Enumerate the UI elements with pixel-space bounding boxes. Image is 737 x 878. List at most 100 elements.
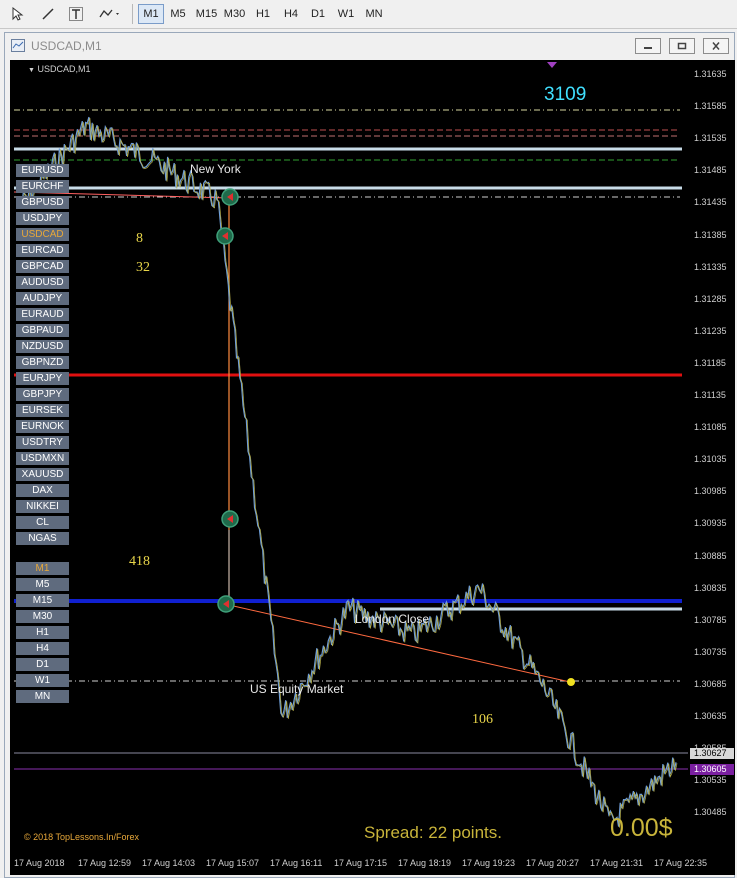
maximize-button[interactable] bbox=[669, 38, 695, 54]
toolbar-timeframe-h1[interactable]: H1 bbox=[250, 4, 276, 24]
symbol-button-nzdusd[interactable]: NZDUSD bbox=[16, 340, 69, 353]
spread-label: Spread: 22 points. bbox=[364, 823, 502, 842]
price-tick-label: 1.31035 bbox=[694, 454, 727, 465]
timeframe-button-m1[interactable]: M1 bbox=[16, 562, 69, 575]
symbol-button-gbpaud[interactable]: GBPAUD bbox=[16, 324, 69, 337]
shapes-dropdown-icon[interactable] bbox=[96, 4, 124, 24]
timeframe-button-d1[interactable]: D1 bbox=[16, 658, 69, 671]
price-tick-label: 1.31435 bbox=[694, 197, 727, 208]
text-tool-icon[interactable] bbox=[66, 4, 86, 24]
window-titlebar: USDCAD,M1 bbox=[5, 33, 734, 59]
session-label-new-york: New York bbox=[190, 162, 241, 176]
time-tick-label: 17 Aug 21:31 bbox=[590, 858, 644, 868]
timeframe-button-h4[interactable]: H4 bbox=[16, 642, 69, 655]
timeframe-button-mn[interactable]: MN bbox=[16, 690, 69, 703]
price-box-upper: 1.30627 bbox=[690, 748, 734, 759]
time-tick-label: 17 Aug 12:59 bbox=[78, 858, 132, 868]
price-tick-label: 1.30635 bbox=[694, 711, 727, 721]
symbol-button-usdjpy[interactable]: USDJPY bbox=[16, 212, 69, 225]
indicator-value-32: 32 bbox=[136, 260, 150, 275]
symbol-button-ngas[interactable]: NGAS bbox=[16, 532, 69, 545]
time-axis[interactable]: 17 Aug 2018 17 Aug 12:59 17 Aug 14:03 17 Au… bbox=[10, 855, 735, 875]
timeframe-button-h1[interactable]: H1 bbox=[16, 626, 69, 639]
price-tick-label: 1.30535 bbox=[694, 775, 727, 786]
timeframe-button-m5[interactable]: M5 bbox=[16, 578, 69, 591]
price-tick-label: 1.31085 bbox=[694, 422, 727, 433]
chart-canvas[interactable] bbox=[10, 60, 688, 875]
price-tick-label: 1.31485 bbox=[694, 165, 727, 176]
symbol-button-eurnok[interactable]: EURNOK bbox=[16, 420, 69, 433]
session-label-us-equity: US Equity Market bbox=[250, 682, 344, 696]
toolbar-timeframe-m15[interactable]: M15 bbox=[193, 4, 220, 24]
time-tick-label: 17 Aug 19:23 bbox=[462, 858, 516, 868]
symbol-button-usdcad[interactable]: USDCAD bbox=[16, 228, 69, 241]
symbol-button-eurchf[interactable]: EURCHF bbox=[16, 180, 69, 193]
symbol-button-eurjpy[interactable]: EURJPY bbox=[16, 372, 69, 385]
price-tick-label: 1.30935 bbox=[694, 518, 727, 529]
profit-label: 0.00$ bbox=[610, 814, 673, 842]
toolbar-timeframe-w1[interactable]: W1 bbox=[333, 4, 359, 24]
symbol-button-gbpjpy[interactable]: GBPJPY bbox=[16, 388, 69, 401]
price-tick-label: 1.31335 bbox=[694, 261, 727, 272]
price-tick-label: 1.31235 bbox=[694, 325, 727, 336]
timeframe-button-m30[interactable]: M30 bbox=[16, 610, 69, 623]
toolbar-timeframe-m30[interactable]: M30 bbox=[221, 4, 248, 24]
symbol-button-usdmxn[interactable]: USDMXN bbox=[16, 452, 69, 465]
trade-marker-yellow bbox=[567, 678, 575, 686]
toolbar: M1 M5 M15 M30 H1 H4 D1 W1 MN bbox=[0, 0, 737, 29]
price-tick-label: 1.30785 bbox=[694, 614, 727, 625]
symbol-button-audusd[interactable]: AUDUSD bbox=[16, 276, 69, 289]
time-tick-label: 17 Aug 2018 bbox=[14, 858, 65, 868]
symbol-button-xauusd[interactable]: XAUUSD bbox=[16, 468, 69, 481]
symbol-button-gbpusd[interactable]: GBPUSD bbox=[16, 196, 69, 209]
price-tick-label: 1.31285 bbox=[694, 293, 727, 304]
price-chart-svg bbox=[13, 62, 688, 828]
price-series-line bbox=[19, 116, 677, 827]
symbol-button-gbpcad[interactable]: GBPCAD bbox=[16, 260, 69, 273]
symbol-button-nikkei[interactable]: NIKKEI bbox=[16, 500, 69, 513]
session-label-london-close: London Close bbox=[355, 612, 430, 626]
time-tick-label: 17 Aug 14:03 bbox=[142, 858, 196, 868]
line-tool-icon[interactable] bbox=[38, 4, 58, 24]
symbol-button-gbpnzd[interactable]: GBPNZD bbox=[16, 356, 69, 369]
time-tick-label: 17 Aug 22:35 bbox=[654, 858, 708, 868]
symbol-button-euraud[interactable]: EURAUD bbox=[16, 308, 69, 321]
price-tick-label: 1.30835 bbox=[694, 582, 727, 593]
price-axis[interactable]: 1.31635 1.31585 1.31535 1.31485 1.31435 1.313… bbox=[688, 60, 735, 855]
symbol-button-eursek[interactable]: EURSEK bbox=[16, 404, 69, 417]
symbol-button-audjpy[interactable]: AUDJPY bbox=[16, 292, 69, 305]
cursor-icon[interactable] bbox=[8, 4, 28, 24]
minimize-button[interactable] bbox=[635, 38, 661, 54]
price-tick-label: 1.31385 bbox=[694, 229, 727, 240]
time-tick-label: 17 Aug 16:11 bbox=[270, 858, 323, 868]
time-tick-label: 17 Aug 20:27 bbox=[526, 858, 580, 868]
price-box-lower: 1.30605 bbox=[690, 764, 734, 775]
toolbar-timeframe-m1[interactable]: M1 bbox=[138, 4, 164, 24]
timeframe-button-w1[interactable]: W1 bbox=[16, 674, 69, 687]
toolbar-timeframe-mn[interactable]: MN bbox=[361, 4, 387, 24]
price-tick-label: 1.30885 bbox=[694, 550, 727, 561]
price-tick-label: 1.30485 bbox=[694, 807, 727, 818]
indicator-value-418: 418 bbox=[129, 554, 150, 569]
toolbar-timeframe-d1[interactable]: D1 bbox=[305, 4, 331, 24]
close-button[interactable] bbox=[703, 38, 729, 54]
symbol-button-eurcad[interactable]: EURCAD bbox=[16, 244, 69, 257]
chart-window-icon bbox=[11, 39, 25, 52]
symbol-button-cl[interactable]: CL bbox=[16, 516, 69, 529]
price-tick-label: 1.31185 bbox=[694, 357, 726, 368]
symbol-button-eurusd[interactable]: EURUSD bbox=[16, 164, 69, 177]
timeframe-button-m15[interactable]: M15 bbox=[16, 594, 69, 607]
symbol-button-dax[interactable]: DAX bbox=[16, 484, 69, 497]
time-tick-label: 17 Aug 15:07 bbox=[206, 858, 260, 868]
counter-top: 3109 bbox=[544, 84, 587, 105]
toolbar-timeframe-m5[interactable]: M5 bbox=[165, 4, 191, 24]
price-tick-label: 1.31585 bbox=[694, 101, 727, 112]
time-tick-label: 17 Aug 18:19 bbox=[398, 858, 452, 868]
copyright-label: © 2018 TopLessons.In/Forex bbox=[24, 832, 140, 842]
indicator-value-8: 8 bbox=[136, 231, 143, 246]
indicator-value-106: 106 bbox=[472, 712, 493, 727]
symbol-button-usdtry[interactable]: USDTRY bbox=[16, 436, 69, 449]
period-separator-marker bbox=[547, 62, 557, 68]
chart-symbol-label: ▼ USDCAD,M1 bbox=[28, 64, 91, 74]
toolbar-timeframe-h4[interactable]: H4 bbox=[278, 4, 304, 24]
